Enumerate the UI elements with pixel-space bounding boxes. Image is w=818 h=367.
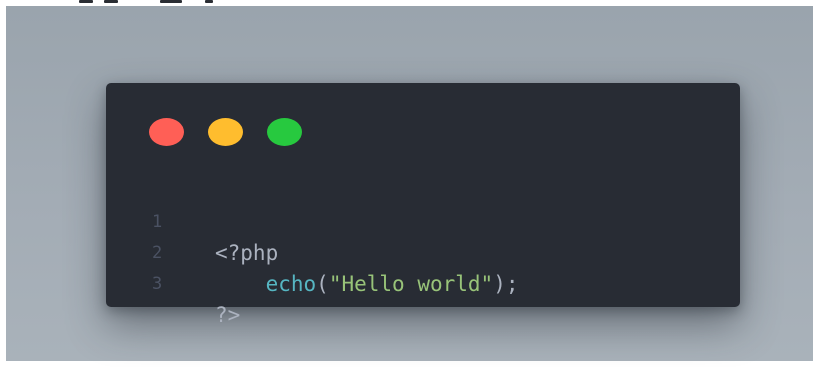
close-dot-icon[interactable]	[149, 118, 184, 146]
cropped-text-mark	[104, 0, 118, 3]
cropped-text-mark	[205, 0, 213, 3]
cropped-text-mark	[160, 0, 182, 3]
php-close-tag: ?>	[215, 303, 241, 327]
code-text: echo("Hello world");	[215, 269, 519, 300]
cropped-text-mark	[79, 0, 93, 3]
background-panel: 1 <?php 2 echo("Hello world"); 3 ?>	[6, 6, 813, 361]
string-literal: "Hello world"	[328, 272, 494, 296]
code-line: 3 ?>	[106, 238, 740, 327]
minimize-dot-icon[interactable]	[208, 118, 243, 146]
paren-open: (	[316, 272, 329, 296]
code-text: ?>	[215, 300, 240, 331]
window-controls	[149, 118, 302, 146]
line-number: 3	[152, 274, 163, 294]
echo-function: echo	[265, 272, 317, 296]
paren-close: );	[493, 272, 519, 296]
code-window: 1 <?php 2 echo("Hello world"); 3 ?>	[106, 83, 740, 327]
code-line: 2 echo("Hello world");	[106, 207, 740, 296]
maximize-dot-icon[interactable]	[267, 118, 302, 146]
code-block: 1 <?php 2 echo("Hello world"); 3 ?>	[106, 176, 740, 327]
code-line: 1 <?php	[106, 176, 740, 265]
